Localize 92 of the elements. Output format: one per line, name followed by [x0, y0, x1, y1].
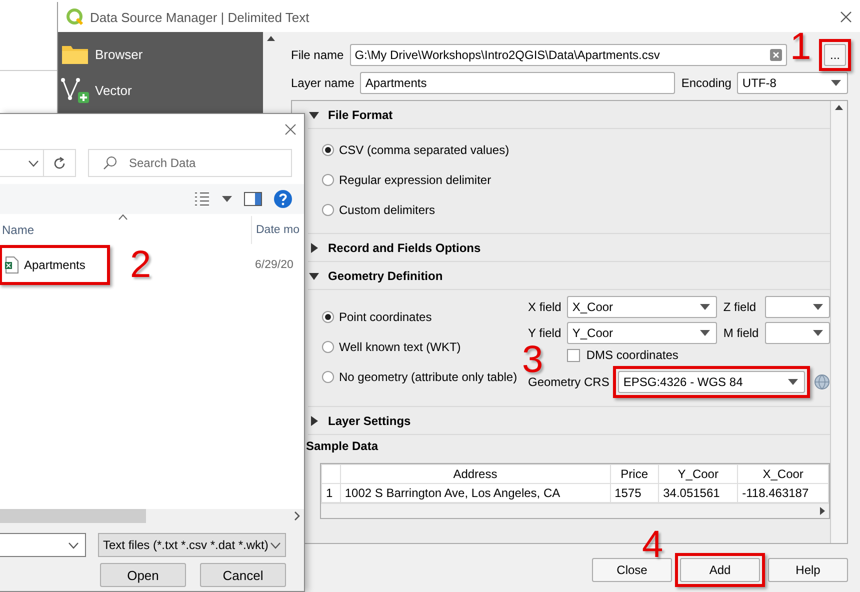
field-label: Y field	[528, 326, 562, 340]
radio-label[interactable]: No geometry (attribute only table)	[339, 370, 518, 384]
browse-button[interactable]: ...	[824, 44, 846, 66]
radio-button[interactable]	[322, 204, 334, 216]
layer-name-field[interactable]: Apartments	[360, 72, 676, 94]
spreadsheet-file-icon	[4, 256, 20, 274]
close-icon[interactable]	[840, 11, 852, 23]
cancel-button[interactable]: Cancel	[200, 563, 286, 587]
open-button[interactable]: Open	[100, 563, 186, 587]
radio-button[interactable]	[322, 341, 334, 353]
field-value: G:\My Drive\Workshops\Intro2QGIS\Data\Apartments.csv	[354, 48, 661, 62]
encoding-dropdown[interactable]: UTF-8	[737, 72, 848, 94]
file-type-dropdown[interactable]: Text files (*.txt *.csv *.dat *.wkt)	[98, 533, 286, 557]
radio-label[interactable]: Point coordinates	[339, 310, 432, 324]
file-name-field[interactable]: G:\My Drive\Workshops\Intro2QGIS\Data\Apartments.csv	[350, 44, 787, 66]
search-placeholder: Search Data	[129, 156, 196, 170]
field-label: X field	[528, 300, 562, 314]
scroll-right-icon[interactable]	[294, 511, 300, 521]
z-field-dropdown[interactable]	[764, 296, 830, 318]
preview-pane-icon[interactable]	[244, 192, 262, 206]
radio-button[interactable]	[322, 311, 334, 323]
chevron-down-icon[interactable]	[270, 542, 281, 548]
field-label: File name	[291, 48, 344, 62]
close-button[interactable]: Close	[592, 558, 672, 582]
search-field[interactable]: Search Data	[88, 149, 292, 177]
globe-icon[interactable]	[814, 374, 830, 390]
file-name[interactable]: Apartments	[24, 258, 86, 272]
scrollbar[interactable]	[830, 101, 847, 543]
expand-arrow-icon[interactable]	[308, 242, 320, 254]
scrollbar[interactable]	[321, 503, 829, 518]
field-label: M field	[723, 326, 759, 340]
help-icon[interactable]	[274, 190, 292, 208]
crs-dropdown[interactable]: EPSG:4326 - WGS 84	[618, 371, 805, 393]
dropdown-arrow-icon[interactable]	[222, 196, 232, 202]
file-name-field[interactable]	[0, 533, 86, 557]
dropdown-arrow-icon[interactable]	[700, 304, 710, 310]
chevron-down-icon[interactable]	[28, 160, 39, 166]
details-view-icon[interactable]	[194, 192, 210, 206]
dropdown-arrow-icon[interactable]	[813, 330, 823, 336]
section-title[interactable]: Geometry Definition	[328, 268, 443, 282]
radio-button[interactable]	[322, 144, 334, 156]
field-label: Z field	[723, 300, 758, 314]
radio-label[interactable]: Regular expression delimiter	[339, 173, 492, 187]
sidebar-item[interactable]: Vector	[95, 82, 132, 98]
section-title[interactable]: Record and Fields Options	[328, 240, 481, 254]
y-field-dropdown[interactable]: Y_Coor	[567, 322, 718, 344]
scrollbar[interactable]	[0, 509, 304, 523]
radio-label[interactable]: Custom delimiters	[339, 203, 436, 217]
vector-add-icon	[61, 76, 89, 104]
add-button[interactable]: Add	[680, 558, 760, 582]
column-header[interactable]: X_Coor	[738, 464, 828, 484]
field-label: Layer name	[291, 76, 354, 90]
folder-icon	[61, 43, 89, 65]
section-title[interactable]: Layer Settings	[328, 414, 411, 428]
dropdown-arrow-icon[interactable]	[831, 80, 841, 86]
dropdown-arrow-icon[interactable]	[813, 304, 823, 310]
dropdown-arrow-icon[interactable]	[788, 379, 798, 385]
x-field-dropdown[interactable]: X_Coor	[567, 296, 718, 318]
field-label: Encoding	[681, 76, 732, 90]
file-date: 6/29/20	[255, 259, 294, 271]
section-title[interactable]: File Format	[328, 108, 393, 122]
radio-button[interactable]	[322, 371, 334, 383]
window-title: Data Source Manager | Delimited Text	[90, 10, 310, 24]
close-icon[interactable]	[285, 124, 296, 134]
m-field-dropdown[interactable]	[764, 322, 830, 344]
checkbox-label[interactable]: DMS coordinates	[586, 348, 678, 362]
callout-number: 1	[790, 28, 812, 66]
scroll-right-icon[interactable]	[820, 507, 825, 515]
scroll-up-icon[interactable]	[267, 36, 275, 41]
expand-arrow-icon[interactable]	[308, 414, 320, 426]
column-header[interactable]: Y_Coor	[658, 464, 738, 484]
dropdown-arrow-icon[interactable]	[700, 330, 710, 336]
section-title: Sample Data	[306, 438, 380, 455]
column-header[interactable]: Address	[340, 464, 610, 484]
app-logo-icon	[66, 8, 84, 26]
callout-number: 2	[130, 246, 152, 284]
column-header[interactable]: Date mo	[252, 216, 300, 244]
refresh-button[interactable]	[44, 149, 76, 177]
clear-icon[interactable]	[770, 49, 782, 61]
checkbox[interactable]	[567, 348, 580, 362]
refresh-icon[interactable]	[53, 156, 66, 170]
radio-label[interactable]: Well known text (WKT)	[339, 340, 461, 354]
column-header[interactable]: Name	[2, 223, 34, 237]
column-header[interactable]: Price	[610, 464, 659, 484]
radio-label[interactable]: CSV (comma separated values)	[339, 143, 510, 157]
scroll-up-icon[interactable]	[835, 105, 843, 110]
callout-number: 3	[522, 341, 544, 379]
sidebar-item[interactable]: Browser	[95, 46, 143, 62]
help-button[interactable]: Help	[768, 558, 848, 582]
chevron-down-icon[interactable]	[68, 542, 79, 548]
search-icon	[103, 156, 117, 170]
radio-button[interactable]	[322, 174, 334, 186]
